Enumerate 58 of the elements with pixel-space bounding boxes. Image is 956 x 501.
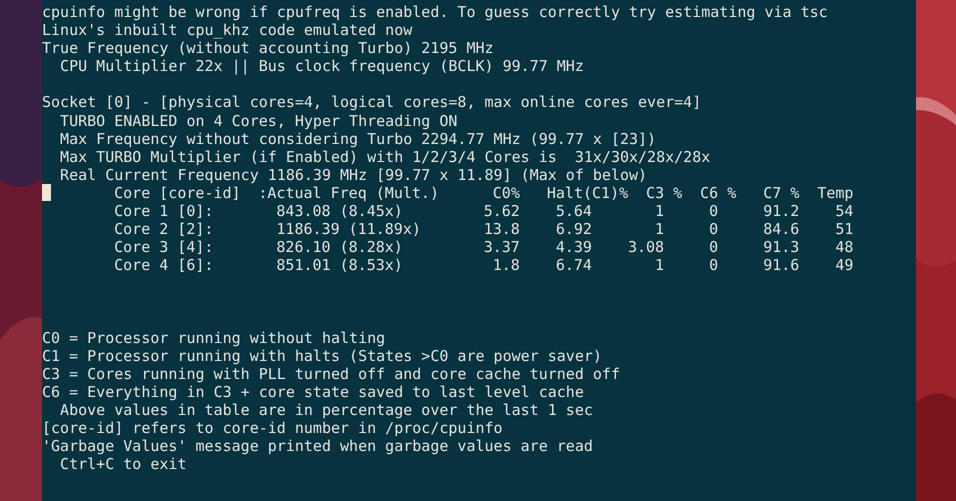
table-cell: 4.39 xyxy=(556,238,592,256)
table-cell: 51 xyxy=(835,220,854,238)
table-cell: 13.8 xyxy=(484,220,520,238)
terminal-line: Max Frequency without considering Turbo 2294.77 MHz (99.77 x [23]) xyxy=(59,130,656,148)
table-cell: 91.2 xyxy=(763,202,800,220)
terminal-line: Ctrl+C to exit xyxy=(59,455,186,474)
table-cell: Core 1 [0]: xyxy=(114,202,214,220)
table-cell: 1 xyxy=(655,220,664,238)
terminal-line: C3 = Cores running with PLL turned off and core cache turned off xyxy=(42,364,620,383)
terminal-line: C6 = Everything in C3 + core state saved to last level cache xyxy=(42,382,584,402)
column-header: C0% xyxy=(492,184,520,202)
table-cell: 0 xyxy=(709,256,718,274)
table-cell: Core 3 [4]: xyxy=(114,238,214,256)
table-cell: 851.01 (8.53x) xyxy=(276,256,403,274)
terminal-line: C0 = Processor running without halting xyxy=(42,328,386,347)
table-cell: 91.6 xyxy=(763,256,800,274)
terminal-line: True Frequency (without accounting Turbo) 2195 MHz xyxy=(42,39,494,58)
terminal-line: Above values in table are in percentage over the last 1 sec xyxy=(59,401,593,420)
table-cell: Core 2 [2]: xyxy=(114,220,214,238)
table-cell: 826.10 (8.28x) xyxy=(276,238,403,256)
table-cell: 91.3 xyxy=(763,238,800,256)
terminal-line: Max TURBO Multiplier (if Enabled) with 1/2/3/4 Cores is 31x/30x/28x/28x xyxy=(59,148,710,166)
column-header: Halt(C1)% xyxy=(546,184,628,202)
terminal-line: Linux's inbuilt cpu_khz code emulated now xyxy=(42,21,412,40)
table-cell: 49 xyxy=(835,256,854,274)
terminal-line: cpuinfo might be wrong if cpufreq is enabled. To guess correctly try estimating via tsc xyxy=(42,3,828,22)
table-cell: Core 4 [6]: xyxy=(114,256,214,274)
table-cell: 5.64 xyxy=(556,202,592,220)
terminal-line: CPU Multiplier 22x || Bus clock frequency (BCLK) 99.77 MHz xyxy=(59,57,584,76)
table-cell: 84.6 xyxy=(763,220,800,238)
column-header: Temp xyxy=(817,184,854,202)
column-header: C6 % xyxy=(700,184,736,202)
table-cell: 48 xyxy=(835,238,854,256)
table-cell: 3.37 xyxy=(484,238,520,256)
cursor-block xyxy=(42,184,52,202)
table-cell: 1 xyxy=(655,256,664,274)
terminal-line: [core-id] refers to core-id number in /proc/cpuinfo xyxy=(42,419,503,438)
column-header: :Actual Freq (Mult.) xyxy=(258,184,439,202)
table-cell: 0 xyxy=(709,238,718,256)
table-cell: 1186.39 (11.89x) xyxy=(276,220,421,238)
table-cell: 3.08 xyxy=(628,238,664,256)
column-header: C3 % xyxy=(646,184,682,202)
terminal-line: Socket [0] - [physical cores=4, logical cores=8, max online cores ever=4] xyxy=(42,93,702,112)
table-cell: 0 xyxy=(709,220,718,238)
table-cell: 1.8 xyxy=(492,256,520,274)
terminal-line: Real Current Frequency 1186.39 MHz [99.77 x 11.89] (Max of below) xyxy=(59,166,648,184)
table-cell: 843.08 (8.45x) xyxy=(276,202,403,220)
table-cell: 1 xyxy=(655,202,664,220)
table-cell: 0 xyxy=(709,202,718,220)
table-cell: 6.74 xyxy=(556,256,592,274)
terminal-line: C1 = Processor running with halts (States >C0 are power saver) xyxy=(42,346,602,365)
terminal-line: TURBO ENABLED on 4 Cores, Hyper Threading ON xyxy=(59,112,458,130)
column-header: C7 % xyxy=(763,184,800,202)
table-cell: 54 xyxy=(835,202,854,220)
table-cell: 5.62 xyxy=(484,202,520,220)
terminal-line: 'Garbage Values' message printed when garbage values are read xyxy=(42,437,593,456)
table-cell: 6.92 xyxy=(556,220,592,238)
column-header: Core [core-id] xyxy=(114,184,240,202)
